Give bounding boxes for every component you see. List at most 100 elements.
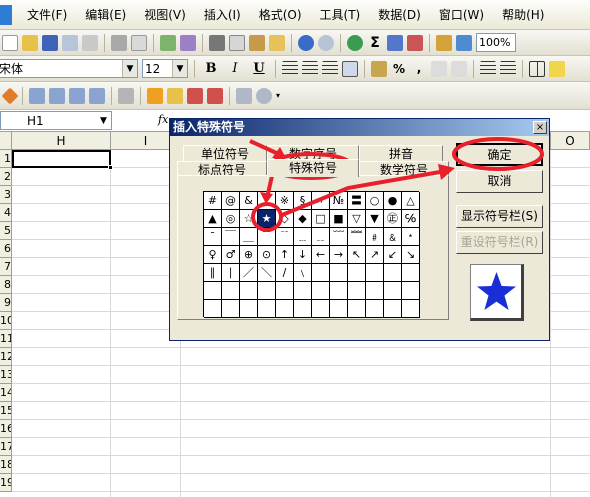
copy-icon[interactable] [229,34,245,51]
symbol-cell[interactable] [294,282,312,300]
evaluate-formula-icon[interactable] [256,87,272,104]
align-right-icon[interactable] [322,60,338,77]
menu-view[interactable]: 视图(V) [135,4,195,26]
hyperlink-icon[interactable] [347,34,363,51]
symbol-cell[interactable]: § [294,192,312,210]
chevron-down-icon[interactable]: ▼ [96,112,111,129]
menu-format[interactable]: 格式(O) [250,4,311,26]
symbol-cell[interactable] [276,300,294,318]
symbol-cell[interactable]: ﹊ [276,228,294,246]
symbol-cell[interactable]: ♀ [204,246,222,264]
symbol-cell[interactable]: ∕ [276,264,294,282]
symbol-cell[interactable] [294,300,312,318]
merge-center-icon[interactable] [342,60,358,77]
symbol-cell[interactable] [312,264,330,282]
symbol-cell[interactable]: ↙ [384,246,402,264]
tab-pinyin[interactable]: 拼音 [359,145,443,162]
menu-help[interactable]: 帮助(H) [493,4,553,26]
fill-color-icon[interactable] [549,60,565,77]
sort-descending-icon[interactable] [407,34,423,51]
print-icon[interactable] [111,34,127,51]
row-header[interactable]: 15 [0,402,12,420]
symbol-cell[interactable]: ◆ [294,210,312,228]
trace-precedents-icon[interactable] [29,87,45,104]
symbol-cell[interactable]: ﹎ [312,228,330,246]
symbol-cell[interactable] [384,300,402,318]
font-name-combo[interactable]: 宋体 ▼ [0,59,138,78]
chevron-down-icon[interactable]: ▼ [172,60,187,77]
row-header[interactable]: 18 [0,456,12,474]
tab-special-symbols[interactable]: 特殊符号 [267,159,359,177]
row-header[interactable]: 3 [0,186,12,204]
trace-dependents-icon[interactable] [49,87,65,104]
symbol-cell[interactable] [240,282,258,300]
align-left-icon[interactable] [282,60,298,77]
ok-button[interactable]: 确定 [456,143,543,166]
symbol-cell[interactable]: ⊕ [240,246,258,264]
row-header[interactable]: 12 [0,348,12,366]
symbol-cell[interactable]: ⊙ [258,246,276,264]
symbol-cell[interactable]: ↓ [294,246,312,264]
symbol-cell[interactable]: □ [312,210,330,228]
symbol-cell[interactable]: ◎ [222,210,240,228]
symbol-cell[interactable] [366,300,384,318]
symbol-cell[interactable]: № [330,192,348,210]
symbol-cell[interactable]: * [258,192,276,210]
bold-button[interactable]: B [201,61,221,76]
menu-edit[interactable]: 编辑(E) [76,4,135,26]
paste-icon[interactable] [249,34,265,51]
watch-window-icon[interactable] [236,87,252,104]
symbol-cell[interactable]: # [204,192,222,210]
email-icon[interactable] [82,34,98,51]
symbol-cell[interactable]: ▲ [204,210,222,228]
symbol-cell[interactable]: ㊣ [384,210,402,228]
symbol-cell[interactable] [222,300,240,318]
symbol-cell[interactable]: ˉ [204,228,222,246]
symbol-cell[interactable] [348,300,366,318]
symbol-cell[interactable]: ↘ [402,246,420,264]
increase-indent-icon[interactable] [500,60,516,77]
symbol-cell[interactable] [348,264,366,282]
row-header[interactable]: 17 [0,438,12,456]
symbol-cell[interactable]: ○ [366,192,384,210]
italic-button[interactable]: I [225,61,245,76]
symbol-cell[interactable]: ∥ [204,264,222,282]
name-box[interactable]: H1 ▼ [0,111,112,130]
symbol-cell[interactable] [348,282,366,300]
symbol-cell[interactable]: ℅ [402,210,420,228]
save-icon[interactable] [42,34,58,51]
symbol-cell[interactable]: ﹋ [330,228,348,246]
symbol-cell[interactable] [204,282,222,300]
symbol-cell[interactable]: 〓 [348,192,366,210]
symbol-cell[interactable]: → [330,246,348,264]
row-header[interactable]: 5 [0,222,12,240]
symbol-cell[interactable] [222,282,240,300]
symbol-cell[interactable] [330,282,348,300]
font-size-combo[interactable]: 12 ▼ [142,59,188,78]
drawing-icon[interactable] [456,34,472,51]
format-painter-icon[interactable] [269,34,285,51]
fill-handle[interactable] [108,165,113,170]
symbol-cell[interactable] [402,282,420,300]
symbol-cell[interactable]: ● [384,192,402,210]
symbol-cell[interactable]: ﹟ [366,228,384,246]
symbol-cell[interactable] [258,282,276,300]
symbol-cell[interactable] [204,300,222,318]
undo-icon[interactable] [298,34,314,51]
symbol-cell[interactable] [402,300,420,318]
increase-decimal-icon[interactable] [431,60,447,77]
cancel-button[interactable]: 取消 [456,170,543,193]
row-header[interactable]: 1 [0,150,12,168]
symbol-cell[interactable] [258,300,276,318]
symbol-cell[interactable]: 〃 [312,192,330,210]
symbol-cell[interactable]: ﹌ [348,228,366,246]
folder-icon[interactable] [167,87,183,104]
symbol-cell[interactable]: ■ [330,210,348,228]
autosum-icon[interactable]: Σ [367,35,383,51]
symbol-cell[interactable] [384,282,402,300]
symbol-cell[interactable]: ◇ [276,210,294,228]
symbol-cell[interactable]: ↗ [366,246,384,264]
symbol-cell[interactable]: ↑ [276,246,294,264]
symbol-cell[interactable] [402,264,420,282]
symbol-cell[interactable]: ＼ [258,264,276,282]
